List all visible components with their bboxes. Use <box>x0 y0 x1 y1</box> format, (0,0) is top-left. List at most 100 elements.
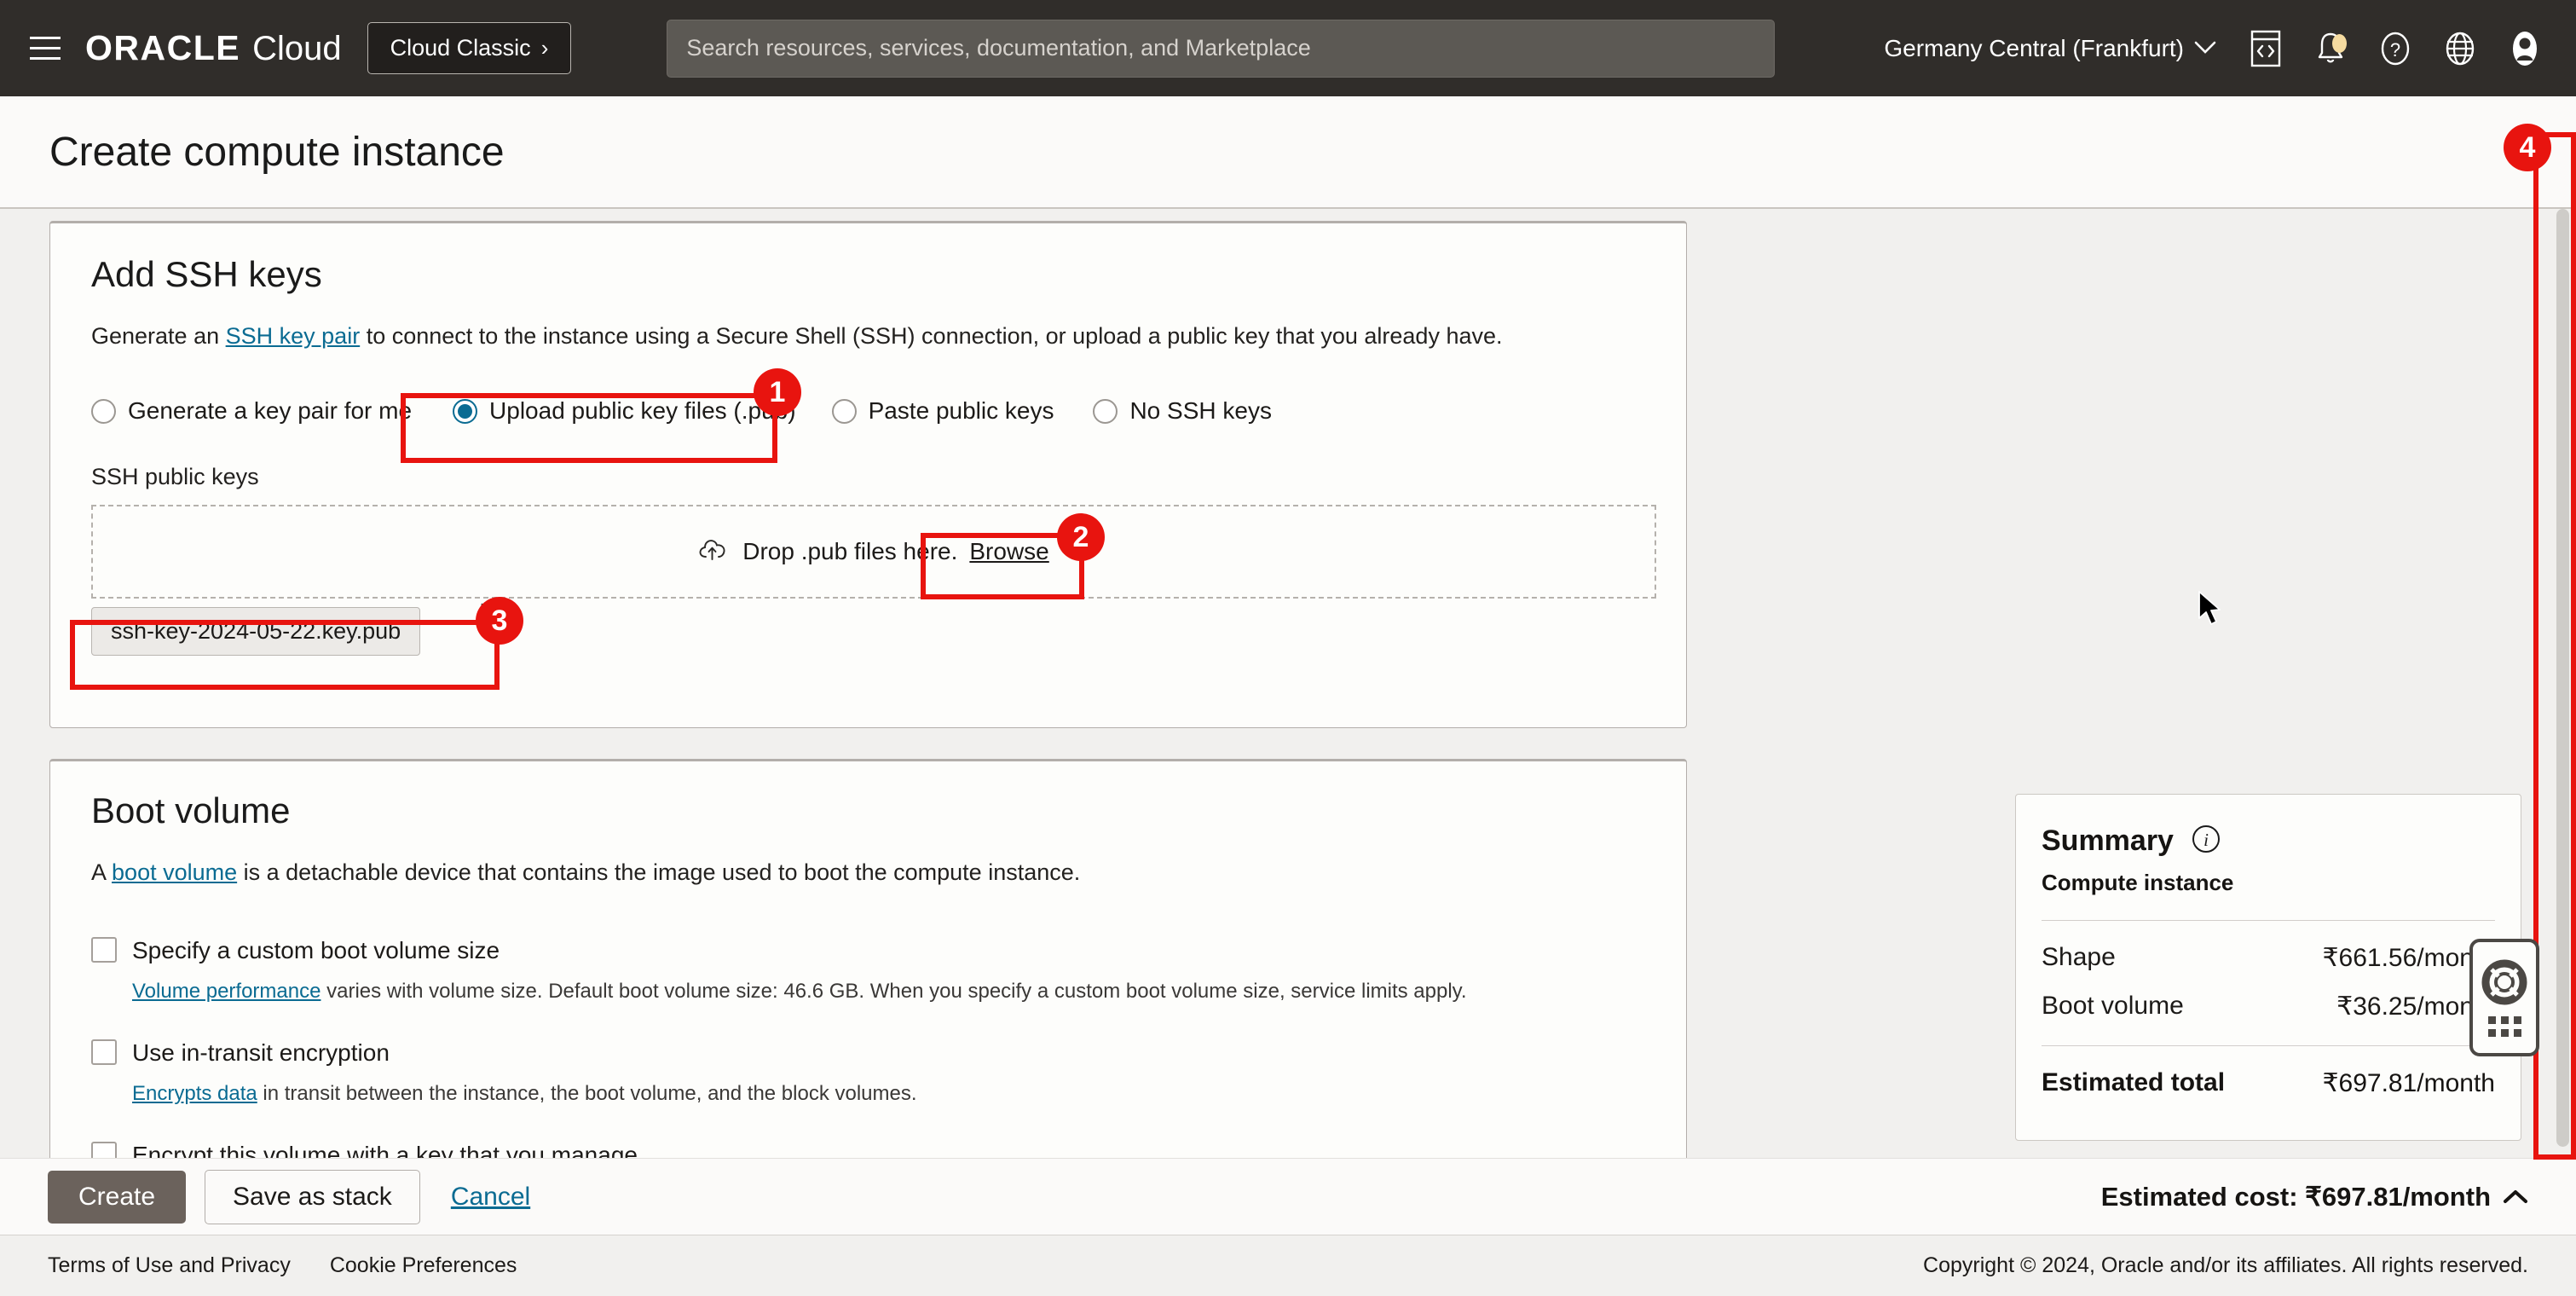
floating-help-widget[interactable] <box>2469 939 2539 1056</box>
browse-link[interactable]: Browse <box>969 538 1048 565</box>
notifications-bell-icon[interactable] <box>2302 20 2359 78</box>
search-container <box>571 19 1870 78</box>
estimated-total-value: ₹697.81/month <box>2322 1069 2495 1097</box>
ssh-key-option-group: Generate a key pair for me Upload public… <box>91 392 1272 430</box>
in-transit-encryption-row: Use in-transit encryption Encrypts data … <box>91 1039 1632 1106</box>
radio-indicator <box>1093 398 1118 424</box>
encrypts-data-link[interactable]: Encrypts data <box>132 1082 257 1105</box>
region-selector[interactable]: Germany Central (Frankfurt) <box>1870 35 2230 62</box>
summary-estimated-total: Estimated total ₹697.81/month <box>2042 1068 2495 1098</box>
notification-badge-dot <box>2332 33 2347 53</box>
uploaded-file-chip-wrap: × ssh-key-2024-05-22.key.pub <box>91 597 494 656</box>
estimated-total-label: Estimated total <box>2042 1068 2226 1096</box>
paste-public-keys-radio[interactable]: Paste public keys <box>831 392 1054 430</box>
custom-boot-volume-help: Volume performance varies with volume si… <box>132 980 1632 1004</box>
radio-indicator <box>91 398 116 424</box>
upload-public-key-files-radio[interactable]: Upload public key files (.pub) <box>453 392 796 430</box>
life-preserver-help-icon <box>2481 959 2527 1010</box>
topbar-right-cluster: Germany Central (Frankfurt) ? <box>1870 20 2554 78</box>
cost-summary-panel: Summary i Compute instance Shape ₹661.56… <box>2015 794 2521 1141</box>
ssh-public-keys-label: SSH public keys <box>91 464 259 489</box>
page-title: Create compute instance <box>49 129 505 175</box>
estimated-cost-toggle[interactable]: Estimated cost: ₹697.81/month <box>2101 1182 2528 1212</box>
ssh-desc-before: Generate an <box>91 323 226 349</box>
radio-label: Generate a key pair for me <box>128 397 413 424</box>
svg-text:?: ? <box>2390 39 2400 61</box>
drag-dots-icon[interactable] <box>2487 1015 2521 1037</box>
checkbox-label: Use in-transit encryption <box>132 1039 390 1066</box>
oracle-wordmark: ORACLE <box>85 28 241 67</box>
ssh-key-dropzone[interactable]: Drop .pub files here. Browse <box>91 505 1656 599</box>
radio-label: Paste public keys <box>868 397 1054 424</box>
cloud-shell-icon[interactable] <box>2237 20 2295 78</box>
search-input[interactable] <box>667 19 1776 78</box>
in-transit-encryption-checkbox[interactable]: Use in-transit encryption <box>91 1039 1632 1067</box>
encrypts-data-help-text: in transit between the instance, the boo… <box>257 1082 917 1105</box>
volume-performance-link[interactable]: Volume performance <box>132 980 321 1003</box>
summary-divider-top <box>2042 920 2495 921</box>
volume-performance-help-text: varies with volume size. Default boot vo… <box>321 980 1467 1003</box>
boot-volume-card: Boot volume A boot volume is a detachabl… <box>49 759 1687 1158</box>
summary-title: Summary <box>2042 824 2174 857</box>
page-header: Create compute instance <box>0 96 2576 209</box>
radio-label: Upload public key files (.pub) <box>489 397 796 424</box>
radio-label: No SSH keys <box>1129 397 1272 424</box>
ssh-section-heading: Add SSH keys <box>91 254 322 294</box>
svg-text:i: i <box>2203 830 2209 850</box>
manage-key-encryption-row: Encrypt this volume with a key that you … <box>91 1142 638 1158</box>
page-footer: Terms of Use and Privacy Cookie Preferen… <box>0 1235 2576 1296</box>
uploaded-file-chip[interactable]: ssh-key-2024-05-22.key.pub <box>91 607 421 656</box>
summary-title-row: Summary i <box>2042 824 2495 859</box>
chevron-right-icon: › <box>540 35 549 61</box>
region-label: Germany Central (Frankfurt) <box>1884 34 2184 61</box>
checkbox-indicator <box>91 1039 117 1065</box>
boot-section-heading: Boot volume <box>91 790 291 830</box>
save-as-stack-button[interactable]: Save as stack <box>205 1169 420 1224</box>
language-globe-icon[interactable] <box>2431 20 2489 78</box>
scrollbar-thumb[interactable] <box>2556 209 2569 1147</box>
oracle-cloud-logo[interactable]: ORACLE Cloud <box>85 28 342 68</box>
info-icon[interactable]: i <box>2191 824 2221 859</box>
manage-key-encryption-checkbox[interactable]: Encrypt this volume with a key that you … <box>91 1142 638 1158</box>
custom-boot-volume-size-row: Specify a custom boot volume size Volume… <box>91 937 1632 1004</box>
ssh-section-description: Generate an SSH key pair to connect to t… <box>91 321 1626 353</box>
custom-boot-volume-size-checkbox[interactable]: Specify a custom boot volume size <box>91 937 1632 964</box>
user-avatar-icon[interactable] <box>2496 20 2554 78</box>
hamburger-menu-icon[interactable] <box>22 26 68 72</box>
summary-row-label: Boot volume <box>2042 992 2184 1020</box>
generate-key-pair-radio[interactable]: Generate a key pair for me <box>91 392 412 430</box>
chevron-down-icon <box>2194 38 2216 60</box>
no-ssh-keys-radio[interactable]: No SSH keys <box>1093 392 1272 430</box>
cloud-upload-icon <box>698 537 731 567</box>
dropzone-text: Drop .pub files here. <box>742 538 958 564</box>
estimated-cost-text: Estimated cost: ₹697.81/month <box>2100 1181 2491 1212</box>
summary-divider-bottom <box>2042 1045 2495 1046</box>
radio-indicator-selected <box>453 398 478 424</box>
top-navigation-bar: ORACLE Cloud Cloud Classic › Germany Cen… <box>0 0 2576 96</box>
summary-row-shape: Shape ₹661.56/month <box>2042 943 2495 973</box>
checkbox-label: Specify a custom boot volume size <box>132 937 500 963</box>
help-question-icon[interactable]: ? <box>2366 20 2424 78</box>
bottom-action-bar: Create Save as stack Cancel Estimated co… <box>0 1158 2576 1235</box>
ssh-key-pair-link[interactable]: SSH key pair <box>226 323 361 349</box>
boot-desc-before: A <box>91 859 113 885</box>
ssh-desc-after: to connect to the instance using a Secur… <box>360 323 1503 349</box>
cancel-button[interactable]: Cancel <box>439 1183 542 1212</box>
vertical-scrollbar[interactable] <box>2553 209 2573 1158</box>
main-scroll-region[interactable]: Add SSH keys Generate an SSH key pair to… <box>0 209 2576 1158</box>
boot-volume-link[interactable]: boot volume <box>112 859 237 885</box>
add-ssh-keys-card: Add SSH keys Generate an SSH key pair to… <box>49 221 1687 728</box>
in-transit-encryption-help: Encrypts data in transit between the ins… <box>132 1082 1632 1106</box>
create-button[interactable]: Create <box>48 1170 187 1224</box>
summary-subtitle: Compute instance <box>2042 870 2234 895</box>
remove-file-close-icon[interactable]: × <box>479 597 494 622</box>
checkbox-indicator <box>91 937 117 963</box>
chevron-up-icon <box>2503 1183 2528 1210</box>
terms-of-use-link[interactable]: Terms of Use and Privacy <box>48 1253 291 1278</box>
cookie-preferences-link[interactable]: Cookie Preferences <box>330 1253 517 1278</box>
summary-row-label: Shape <box>2042 943 2116 971</box>
checkbox-label: Encrypt this volume with a key that you … <box>132 1142 638 1158</box>
cloud-classic-button[interactable]: Cloud Classic › <box>367 22 572 74</box>
radio-indicator <box>831 398 857 424</box>
copyright-text: Copyright © 2024, Oracle and/or its affi… <box>1923 1253 2528 1277</box>
